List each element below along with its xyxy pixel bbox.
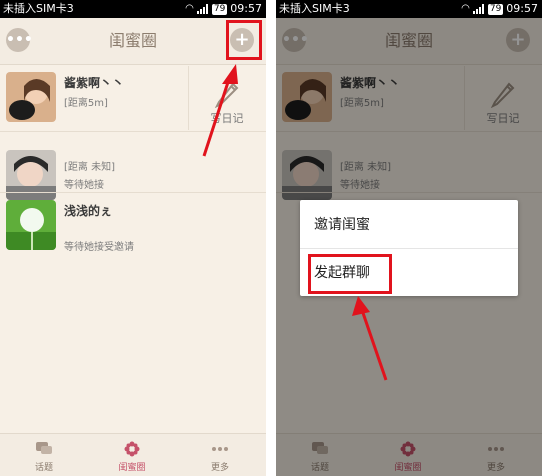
carrier-text: 未插入SIM卡3 xyxy=(279,2,350,15)
friend-status: 等待她接 xyxy=(64,180,104,191)
add-button-highlight xyxy=(226,20,262,60)
friend-distance: [距离5m] xyxy=(64,98,108,109)
tab-more[interactable]: 更多 xyxy=(176,434,264,476)
chat-bubble-icon xyxy=(36,442,52,454)
tab-label: 更多 xyxy=(210,463,229,473)
avatar xyxy=(6,72,56,122)
red-arrow-icon xyxy=(352,296,388,381)
signal-icon xyxy=(196,4,209,14)
tab-label: 话题 xyxy=(34,463,53,473)
flower-icon xyxy=(124,441,140,457)
carrier-text: 未插入SIM卡3 xyxy=(3,2,74,15)
menu-item-invite-friend[interactable]: 邀请闺蜜 xyxy=(314,214,370,234)
status-bar: 未插入SIM卡3 ◠ 79 09:57 xyxy=(276,0,542,18)
phone-screen-right: 未插入SIM卡3 ◠ 79 09:57 ••• 闺蜜圈 + 酱紫啊丶丶 [距离5… xyxy=(276,0,542,476)
wifi-icon: ◠ xyxy=(461,3,470,14)
bottom-tab-bar: 话题 闺蜜圈 更多 xyxy=(0,433,266,476)
friend-name: 酱紫啊丶丶 xyxy=(64,76,125,90)
divider xyxy=(0,192,266,193)
group-chat-highlight xyxy=(308,254,392,294)
friend-list-item[interactable]: 浅浅的ぇ 等待她接受邀请 xyxy=(0,194,266,258)
status-bar: 未插入SIM卡3 ◠ 79 09:57 xyxy=(0,0,266,18)
menu-divider xyxy=(300,248,518,249)
phone-screen-left: 未插入SIM卡3 ◠ 79 09:57 ••• 闺蜜圈 + 酱紫啊丶丶 [距离5… xyxy=(0,0,266,476)
avatar xyxy=(6,200,56,250)
more-dots-icon xyxy=(212,447,228,451)
popup-menu: 邀请闺蜜 发起群聊 xyxy=(300,200,518,296)
tab-topics[interactable]: 话题 xyxy=(0,434,88,476)
signal-icon xyxy=(472,4,485,14)
friend-distance: [距离 未知] xyxy=(64,162,115,173)
clock: 09:57 xyxy=(506,2,538,15)
tab-label: 闺蜜圈 xyxy=(118,463,146,473)
clock: 09:57 xyxy=(230,2,262,15)
battery-icon: 79 xyxy=(487,3,504,15)
friend-name: 浅浅的ぇ xyxy=(64,204,113,218)
battery-icon: 79 xyxy=(211,3,228,15)
wifi-icon: ◠ xyxy=(185,3,194,14)
tab-circle[interactable]: 闺蜜圈 xyxy=(88,434,176,476)
friend-status: 等待她接受邀请 xyxy=(64,242,134,253)
red-arrow-icon xyxy=(202,64,238,157)
